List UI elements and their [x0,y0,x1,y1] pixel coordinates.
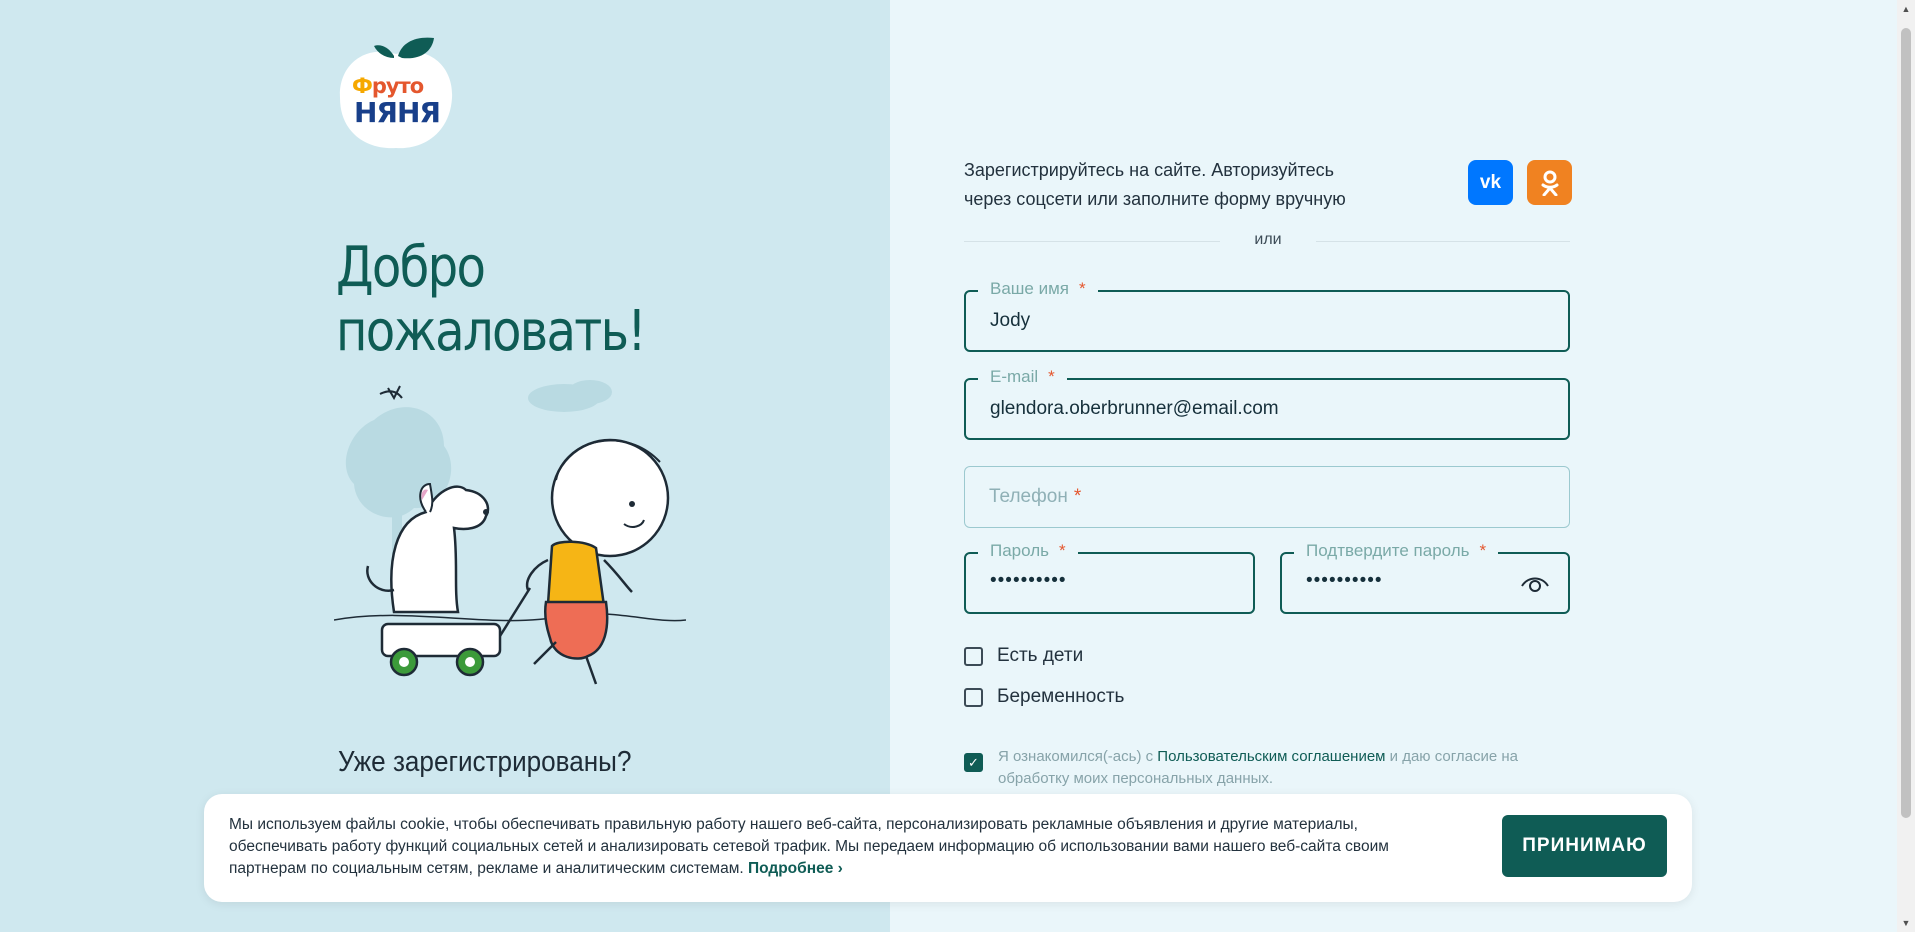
child-and-dog-illustration [334,380,686,685]
name-field[interactable]: Ваше имя * Jody [964,279,1570,352]
password-field-label: Пароль * [978,541,1078,561]
or-label: или [1254,231,1282,248]
pregnancy-label: Беременность [997,686,1125,707]
cookie-banner: Мы используем файлы cookie, чтобы обеспе… [204,794,1692,902]
has-children-box[interactable] [964,646,983,666]
name-field-value: Jody [990,310,1031,331]
user-agreement-link[interactable]: Пользовательским соглашением [1157,748,1385,765]
phone-field[interactable]: Телефон * [964,466,1570,528]
name-field-label: Ваше имя * [978,279,1098,299]
check-icon: ✓ [968,754,979,770]
show-password-icon[interactable] [1520,574,1550,594]
cookie-accept-button[interactable]: ПРИНИМАЮ [1502,815,1667,877]
logo-word-fruto: Фруто [352,74,424,98]
has-children-checkbox[interactable]: Есть дети [964,645,1083,667]
confirm-password-field-label: Подтвердите пароль * [1294,541,1499,561]
scroll-up-arrow-icon[interactable]: ▲ [1897,0,1915,18]
email-field-label: E-mail * [978,367,1067,387]
email-field-value: glendora.oberbrunner@email.com [990,398,1279,419]
phone-field-placeholder: Телефон * [989,486,1082,507]
scroll-down-arrow-icon[interactable]: ▼ [1897,914,1915,932]
cookie-text: Мы используем файлы cookie, чтобы обеспе… [229,816,1389,877]
confirm-password-field-value: •••••••••• [1306,570,1383,591]
password-field[interactable]: Пароль * •••••••••• [964,541,1255,614]
ok-login-button[interactable] [1527,160,1572,205]
logo-word-nyanya: НЯНЯ [354,96,441,129]
page-scrollbar[interactable]: ▲ ▼ [1897,0,1915,932]
divider-right [1316,241,1570,242]
confirm-password-field[interactable]: Подтвердите пароль * •••••••••• [1280,541,1570,614]
consent-text: Я ознакомился(-ась) с Пользовательским с… [998,748,1518,787]
cookie-more-link[interactable]: Подробнее › [748,860,843,877]
registration-intro: Зарегистрируйтесь на сайте. Авторизуйтес… [964,160,1346,209]
divider-left [964,241,1220,242]
email-field[interactable]: E-mail * glendora.oberbrunner@email.com [964,367,1570,440]
ok-icon [1541,170,1558,196]
welcome-heading: Добро пожаловать! [336,235,647,364]
pregnancy-checkbox[interactable]: Беременность [964,686,1124,708]
vk-login-button[interactable]: vk [1468,160,1513,205]
password-field-value: •••••••••• [990,570,1067,591]
has-children-label: Есть дети [997,645,1084,666]
already-registered-heading: Уже зарегистрированы? [338,746,632,778]
scrollbar-thumb[interactable] [1901,28,1911,818]
vk-icon: vk [1479,171,1502,193]
pregnancy-box[interactable] [964,687,983,707]
consent-checkbox[interactable]: ✓ [964,753,983,772]
